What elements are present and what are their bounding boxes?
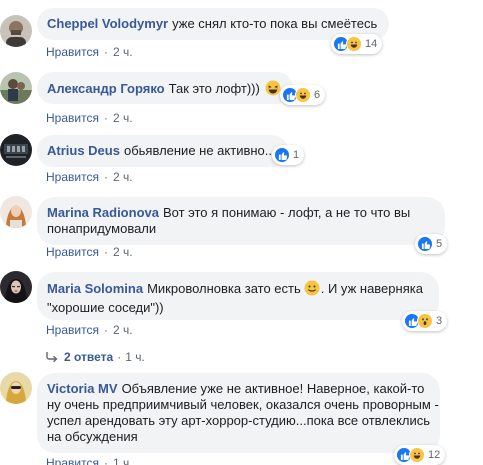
separator-dot: ·	[117, 350, 122, 364]
like-button[interactable]: Нравится	[46, 456, 99, 465]
separator-dot: ·	[103, 323, 108, 337]
haha-reaction-icon	[295, 87, 311, 103]
comment-time[interactable]: 2 ч.	[113, 323, 133, 337]
comment-text-continued: успел арендовать эту арт-хоррор-студию..…	[47, 413, 431, 428]
like-button[interactable]: Нравится	[46, 323, 99, 337]
replies-count[interactable]: 2 ответа	[64, 350, 113, 364]
comment-actions: Нравится · 2 ч.	[46, 169, 133, 185]
reaction-summary[interactable]: 14	[331, 34, 383, 54]
reaction-count: 14	[365, 38, 378, 50]
like-button[interactable]: Нравится	[46, 170, 99, 184]
comment-text: уже снял кто-то пока вы смеётесь	[172, 16, 378, 31]
comment-bubble: Александр Горяко Так это лофт)))	[37, 72, 294, 104]
haha-reaction-icon	[409, 447, 425, 463]
comment-bubble: Atrius Deus обьявление не активно...	[37, 135, 288, 167]
comment-actions: Нравится · 2 ч.	[46, 44, 133, 60]
comment-time[interactable]: 2 ч.	[113, 45, 133, 59]
like-reaction-icon	[417, 236, 433, 252]
comment-author[interactable]: Marina Radionova	[47, 205, 159, 220]
view-replies-link[interactable]: 2 ответа · 1 ч.	[46, 349, 145, 367]
comment-text-continued: ну очень предприимчивый человек, оказалс…	[47, 397, 439, 412]
like-button[interactable]: Нравится	[46, 45, 99, 59]
comment-text: Вот это я понимаю - лофт, а не то что вы	[162, 205, 411, 220]
separator-dot: ·	[103, 456, 108, 465]
reaction-summary[interactable]: 1	[272, 145, 305, 165]
laughing-emoji-icon	[265, 80, 281, 100]
comment-time[interactable]: 2 ч.	[113, 111, 133, 125]
comment-bubble: Victoria MV Объявление уже не активное! Н…	[37, 373, 440, 453]
comment-time[interactable]: 2 ч.	[113, 170, 133, 184]
comment-actions: Нравится · 2 ч.	[46, 244, 133, 260]
comment-text: Микроволновка зато есть	[147, 281, 301, 296]
comment-actions: Нравится · 2 ч.	[46, 322, 133, 338]
avatar[interactable]	[0, 72, 32, 104]
reaction-count: 6	[314, 89, 321, 101]
comment-bubble: Maria Solomina Микроволновка зато есть . И…	[37, 272, 439, 320]
like-button[interactable]: Нравится	[46, 245, 99, 259]
comment-actions: Нравится · 2 ч.	[46, 110, 133, 126]
comment-bubble: Marina Radionova Вот это я понимаю - лофт…	[37, 197, 445, 245]
like-button[interactable]: Нравится	[46, 111, 99, 125]
separator-dot: ·	[103, 111, 108, 125]
haha-reaction-icon	[346, 36, 362, 52]
reaction-count: 12	[428, 449, 441, 461]
comment-actions: Нравится · 1 ч.	[46, 455, 133, 465]
avatar[interactable]	[0, 15, 32, 47]
avatar[interactable]	[0, 271, 32, 303]
replies-time: 1 ч.	[125, 350, 145, 364]
comment-text-continued: на обсуждения	[47, 429, 138, 444]
avatar[interactable]	[0, 372, 32, 404]
comment-author[interactable]: Александр Горяко	[47, 81, 165, 96]
smiling-emoji-icon	[304, 280, 320, 300]
reaction-count: 1	[293, 149, 300, 161]
reaction-summary[interactable]: 5	[415, 234, 448, 254]
reaction-count: 5	[436, 238, 443, 250]
like-reaction-icon	[274, 147, 290, 163]
reaction-summary[interactable]: 6	[280, 85, 326, 105]
avatar[interactable]	[0, 196, 32, 228]
comment-text: . И уж наверняка	[320, 281, 423, 296]
comment-text-continued: "хорошие соседи"))	[47, 300, 164, 315]
reaction-count: 3	[436, 315, 443, 327]
comment-text: Так это лофт)))	[168, 81, 260, 96]
comment-time[interactable]: 2 ч.	[113, 245, 133, 259]
reaction-summary[interactable]: 3	[402, 311, 448, 331]
comment-text: Объявление уже не активное! Наверное, ка…	[121, 381, 425, 396]
comment-text: обьявление не активно...	[123, 143, 276, 158]
wow-reaction-icon	[417, 313, 433, 329]
comment-author[interactable]: Victoria MV	[47, 381, 118, 396]
reaction-summary[interactable]: 12	[394, 445, 446, 465]
separator-dot: ·	[103, 45, 108, 59]
comment-time[interactable]: 1 ч.	[113, 456, 133, 465]
comment-author[interactable]: Atrius Deus	[47, 143, 120, 158]
avatar[interactable]	[0, 134, 32, 166]
reply-arrow-icon	[46, 351, 58, 367]
comment-author[interactable]: Maria Solomina	[47, 281, 143, 296]
comment-author[interactable]: Cheppel Volodymyr	[47, 16, 168, 31]
comment-text-continued: понапридумовали	[47, 221, 157, 236]
separator-dot: ·	[103, 170, 108, 184]
separator-dot: ·	[103, 245, 108, 259]
